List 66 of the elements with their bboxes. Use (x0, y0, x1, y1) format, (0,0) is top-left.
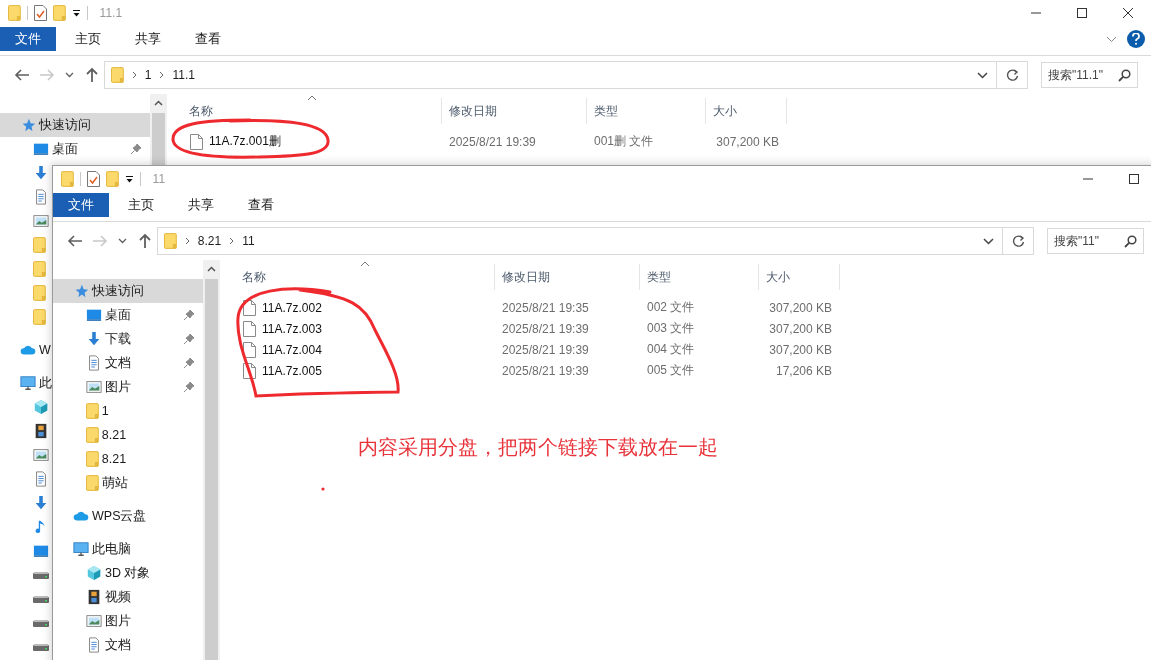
size-cell-text: 17,206 KB (774, 363, 833, 378)
column-header[interactable]: 类型 (640, 264, 759, 290)
breadcrumb-item[interactable]: 11 (242, 234, 255, 248)
date-cell-text: 2025/8/21 19:39 (501, 363, 590, 378)
date-cell-text: 2025/8/21 19:39 (501, 321, 590, 336)
type-cell-text: 005 文件 (646, 362, 696, 379)
sidebar-item[interactable]: 此电脑 (53, 537, 131, 561)
column-header[interactable]: 名称 (220, 264, 495, 290)
sidebar-item[interactable]: 视频 (53, 585, 131, 609)
column-header[interactable]: 大小 (759, 264, 840, 290)
sidebar-item[interactable]: 此 (0, 371, 52, 395)
sidebar-item[interactable]: 快速访问 (0, 113, 150, 137)
file-menu-tab[interactable]: 文件 (0, 27, 56, 51)
column-header[interactable]: 修改日期 (442, 98, 587, 124)
type-cell-text: 003 文件 (646, 320, 696, 337)
breadcrumb-item[interactable]: 11.1 (172, 68, 195, 82)
ribbon-tab[interactable]: 查看 (178, 27, 238, 51)
file-name-cell[interactable]: 11A.7z.001删 (167, 133, 442, 150)
file-name-cell[interactable]: 11A.7z.002 (220, 299, 495, 316)
sidebar-item[interactable]: 桌面 (53, 303, 203, 327)
file-menu-tab[interactable]: 文件 (53, 193, 109, 217)
breadcrumb-item[interactable]: 1 (144, 68, 152, 82)
window-title: 11.1 (99, 6, 123, 20)
size-cell-text: 307,200 KB (715, 134, 780, 149)
size-cell-text: 307,200 KB (768, 321, 833, 336)
sidebar-item[interactable]: 快速访问 (53, 279, 203, 303)
annotation-text: 内容采用分盘，把两个链接下载放在一起 (358, 435, 718, 460)
ribbon-tab[interactable]: 查看 (231, 193, 291, 217)
ribbon-tab[interactable]: 主页 (58, 27, 118, 51)
file-name-cell[interactable]: 11A.7z.005 (220, 362, 495, 379)
sidebar-item[interactable]: 1 (53, 399, 109, 423)
sidebar-item[interactable]: 8.21 (53, 423, 127, 447)
sidebar-item[interactable]: 图片 (53, 375, 203, 399)
search-field[interactable]: 搜索"11" (1047, 228, 1144, 254)
sidebar-item[interactable]: 萌站 (53, 471, 128, 495)
sidebar-item[interactable]: WPS云盘 (53, 504, 147, 528)
ribbon-tab[interactable]: 共享 (118, 27, 178, 51)
search-field[interactable]: 搜索"11.1" (1041, 62, 1138, 88)
address-bar[interactable]: 8.21 11 (157, 227, 1003, 255)
sidebar-item[interactable]: 文档 (53, 633, 131, 657)
column-header[interactable]: 修改日期 (495, 264, 640, 290)
file-name-cell[interactable]: 11A.7z.004 (220, 341, 495, 358)
date-cell-text: 2025/8/21 19:35 (501, 300, 590, 315)
type-cell-text: 004 文件 (646, 341, 696, 358)
ribbon-tab[interactable]: 主页 (111, 193, 171, 217)
column-header[interactable]: 名称 (167, 98, 442, 124)
column-header[interactable]: 类型 (587, 98, 706, 124)
file-name-cell[interactable]: 11A.7z.003 (220, 320, 495, 337)
date-cell-text: 2025/8/21 19:39 (448, 134, 537, 149)
window-title: 11 (152, 172, 166, 186)
sidebar-item[interactable]: 3D 对象 (53, 561, 151, 585)
ribbon-tab[interactable]: 共享 (171, 193, 231, 217)
type-cell-text: 001删 文件 (593, 133, 655, 150)
column-header[interactable]: 大小 (706, 98, 787, 124)
sidebar-item[interactable]: 文档 (53, 351, 203, 375)
type-cell-text: 002 文件 (646, 299, 696, 316)
sidebar-item[interactable]: 桌面 (0, 137, 150, 161)
date-cell-text: 2025/8/21 19:39 (501, 342, 590, 357)
sidebar-item[interactable]: 下载 (53, 327, 203, 351)
address-bar[interactable]: 1 11.1 (104, 61, 997, 89)
sidebar-item[interactable]: W (0, 338, 51, 362)
sidebar-item[interactable]: 图片 (53, 609, 131, 633)
size-cell-text: 307,200 KB (768, 342, 833, 357)
size-cell-text: 307,200 KB (768, 300, 833, 315)
sidebar-item[interactable]: 8.21 (53, 447, 127, 471)
breadcrumb-item[interactable]: 8.21 (197, 234, 222, 248)
